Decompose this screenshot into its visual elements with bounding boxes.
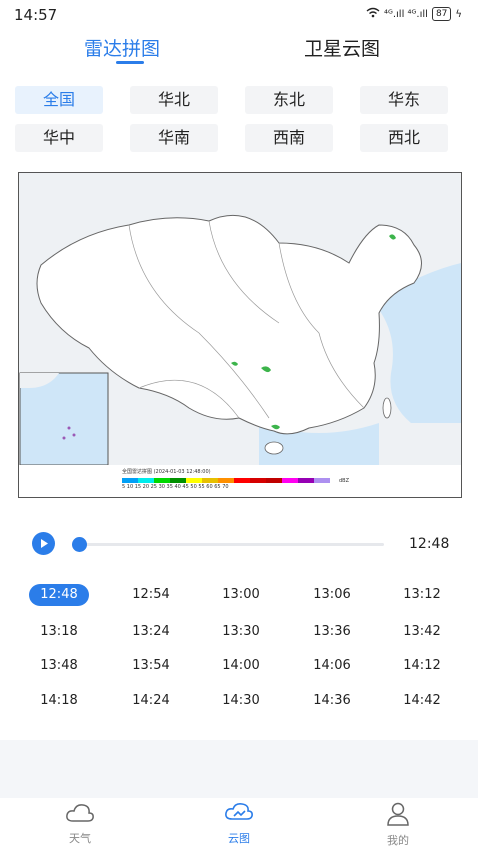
- region-chip[interactable]: 华北: [130, 86, 218, 114]
- time-chip[interactable]: 13:54: [121, 655, 181, 677]
- time-chip[interactable]: 14:06: [302, 655, 362, 677]
- wifi-icon: [366, 7, 380, 21]
- region-chip[interactable]: 东北: [245, 86, 333, 114]
- status-time: 14:57: [14, 6, 58, 24]
- play-button[interactable]: [32, 532, 55, 555]
- time-chip[interactable]: 13:48: [29, 655, 89, 677]
- map-legend-title: 全国雷达拼图 (2024-01-03 12:48:00): [122, 469, 211, 475]
- tab-radar-mosaic[interactable]: 雷达拼图: [84, 34, 160, 61]
- playback-bar: 12:48: [32, 532, 452, 558]
- map-legend-scale: 5 10 15 20 25 30 35 40 45 50 55 60 65 70: [122, 484, 229, 490]
- region-chip[interactable]: 华南: [130, 124, 218, 152]
- time-chip[interactable]: 14:18: [29, 690, 89, 712]
- progress-track[interactable]: [74, 543, 384, 546]
- time-chip[interactable]: 13:24: [121, 621, 181, 643]
- nav-weather[interactable]: 天气: [40, 802, 120, 846]
- time-chip[interactable]: 13:06: [302, 584, 362, 606]
- nav-weather-label: 天气: [69, 832, 91, 845]
- region-chip[interactable]: 西南: [245, 124, 333, 152]
- time-chip[interactable]: 13:36: [302, 621, 362, 643]
- tab-satellite-cloud[interactable]: 卫星云图: [304, 34, 380, 61]
- time-chip[interactable]: 13:00: [211, 584, 271, 606]
- nav-profile-label: 我的: [387, 834, 409, 847]
- time-chip[interactable]: 13:42: [392, 621, 452, 643]
- play-icon: [40, 539, 48, 548]
- progress-thumb[interactable]: [72, 537, 87, 552]
- time-chip[interactable]: 13:30: [211, 621, 271, 643]
- tab-indicator: [116, 61, 144, 64]
- time-chip[interactable]: 12:54: [121, 584, 181, 606]
- region-chip[interactable]: 全国: [15, 86, 103, 114]
- radar-map-image: [19, 173, 461, 497]
- current-time: 12:48: [409, 536, 450, 552]
- time-chip[interactable]: 14:12: [392, 655, 452, 677]
- time-chip[interactable]: 14:24: [121, 690, 181, 712]
- region-chip[interactable]: 西北: [360, 124, 448, 152]
- map-legend-unit: dBZ: [339, 478, 350, 484]
- signal-icon: ⁴ᴳ.ıll ⁴ᴳ.ıll: [383, 8, 428, 20]
- time-chip[interactable]: 14:42: [392, 690, 452, 712]
- nav-cloudmap-label: 云图: [228, 832, 250, 845]
- region-chip[interactable]: 华中: [15, 124, 103, 152]
- time-chip[interactable]: 14:00: [211, 655, 271, 677]
- content-footer-area: [0, 740, 478, 798]
- time-chip[interactable]: 13:12: [392, 584, 452, 606]
- time-chip[interactable]: 13:18: [29, 621, 89, 643]
- radar-map[interactable]: 全国雷达拼图 (2024-01-03 12:48:00) 5 10 15 20 …: [18, 172, 462, 498]
- time-chip[interactable]: 14:36: [302, 690, 362, 712]
- region-chip[interactable]: 华东: [360, 86, 448, 114]
- battery-icon: 87: [431, 7, 452, 21]
- cloud-radar-icon: [225, 803, 253, 820]
- top-tabs: 雷达拼图 卫星云图: [0, 34, 478, 70]
- charging-icon: ϟ: [455, 8, 462, 20]
- user-icon: [387, 802, 409, 826]
- nav-profile[interactable]: 我的: [358, 802, 438, 848]
- status-icons: ⁴ᴳ.ıll ⁴ᴳ.ıll 87 ϟ: [366, 7, 462, 21]
- bottom-nav: 天气 云图 我的: [0, 798, 478, 850]
- cloud-icon: [66, 804, 94, 822]
- time-chip[interactable]: 14:30: [211, 690, 271, 712]
- status-bar: 14:57 ⁴ᴳ.ıll ⁴ᴳ.ıll 87 ϟ: [0, 0, 478, 30]
- nav-cloudmap[interactable]: 云图: [199, 802, 279, 846]
- time-chip[interactable]: 12:48: [29, 584, 89, 606]
